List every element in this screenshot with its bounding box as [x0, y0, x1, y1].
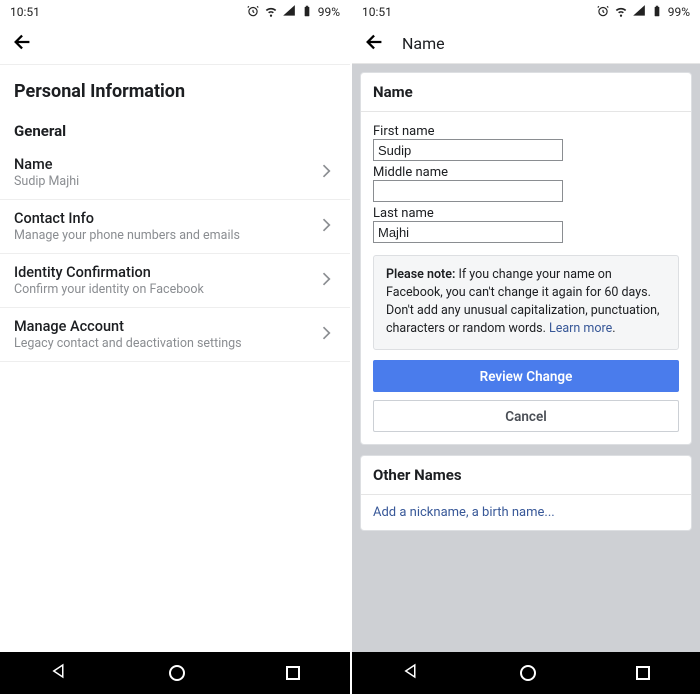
appbar-left: [0, 24, 350, 64]
row-sub: Legacy contact and deactivation settings: [14, 336, 308, 351]
row-manage-account[interactable]: Manage Account Legacy contact and deacti…: [0, 308, 350, 362]
appbar-right: Name: [352, 24, 700, 64]
signal-icon: [632, 4, 646, 21]
wifi-icon: [264, 4, 278, 21]
row-sub: Sudip Majhi: [14, 174, 308, 189]
learn-more-link[interactable]: Learn more: [549, 321, 612, 336]
row-label: Name: [14, 156, 308, 173]
alarm-icon: [246, 4, 260, 21]
phone-left: 10:51 99% Personal Information General N…: [0, 0, 350, 694]
right-content: Name First name Middle name Last name Pl…: [352, 64, 700, 652]
back-icon[interactable]: [364, 31, 386, 57]
row-label: Identity Confirmation: [14, 264, 308, 281]
middle-name-label: Middle name: [373, 165, 679, 180]
row-name[interactable]: Name Sudip Majhi: [0, 146, 350, 200]
last-name-label: Last name: [373, 206, 679, 221]
status-time: 10:51: [10, 5, 40, 19]
chevron-right-icon: [316, 269, 336, 293]
other-names-title: Other Names: [361, 456, 691, 495]
android-navbar: [0, 652, 350, 694]
other-names-card: Other Names Add a nickname, a birth name…: [360, 455, 692, 531]
appbar-title: Name: [402, 34, 445, 53]
row-sub: Manage your phone numbers and emails: [14, 228, 308, 243]
status-bar: 10:51 99%: [0, 0, 350, 24]
row-sub: Confirm your identity on Facebook: [14, 282, 308, 297]
back-icon[interactable]: [12, 31, 34, 57]
nav-recent-icon[interactable]: [636, 666, 650, 680]
status-right: 99%: [246, 4, 340, 21]
battery-pct: 99%: [668, 5, 690, 19]
battery-pct: 99%: [318, 5, 340, 19]
nav-back-icon[interactable]: [402, 662, 420, 684]
battery-icon: [650, 4, 664, 21]
status-right: 99%: [596, 4, 690, 21]
status-time: 10:51: [362, 5, 392, 19]
signal-icon: [282, 4, 296, 21]
nav-back-icon[interactable]: [50, 662, 68, 684]
add-nickname-link[interactable]: Add a nickname, a birth name...: [361, 495, 691, 530]
nav-recent-icon[interactable]: [286, 666, 300, 680]
notice-box: Please note: If you change your name on …: [373, 255, 679, 350]
notice-prefix: Please note:: [386, 267, 455, 282]
last-name-input[interactable]: [373, 221, 563, 243]
middle-name-input[interactable]: [373, 180, 563, 202]
status-bar: 10:51 99%: [352, 0, 700, 24]
review-change-button[interactable]: Review Change: [373, 360, 679, 392]
row-contact-info[interactable]: Contact Info Manage your phone numbers a…: [0, 200, 350, 254]
alarm-icon: [596, 4, 610, 21]
wifi-icon: [614, 4, 628, 21]
row-label: Contact Info: [14, 210, 308, 227]
phone-right: 10:51 99% Name Name First name Middle na…: [350, 0, 700, 694]
left-content: Personal Information General Name Sudip …: [0, 64, 350, 652]
battery-icon: [300, 4, 314, 21]
nav-home-icon[interactable]: [169, 665, 185, 681]
chevron-right-icon: [316, 161, 336, 185]
android-navbar: [352, 652, 700, 694]
cancel-button[interactable]: Cancel: [373, 400, 679, 432]
chevron-right-icon: [316, 323, 336, 347]
page-title: Personal Information: [0, 64, 350, 112]
row-identity[interactable]: Identity Confirmation Confirm your ident…: [0, 254, 350, 308]
chevron-right-icon: [316, 215, 336, 239]
first-name-label: First name: [373, 124, 679, 139]
section-heading: General: [0, 112, 350, 146]
name-card: Name First name Middle name Last name Pl…: [360, 72, 692, 445]
first-name-input[interactable]: [373, 139, 563, 161]
row-label: Manage Account: [14, 318, 308, 335]
nav-home-icon[interactable]: [520, 665, 536, 681]
card-title: Name: [361, 73, 691, 112]
